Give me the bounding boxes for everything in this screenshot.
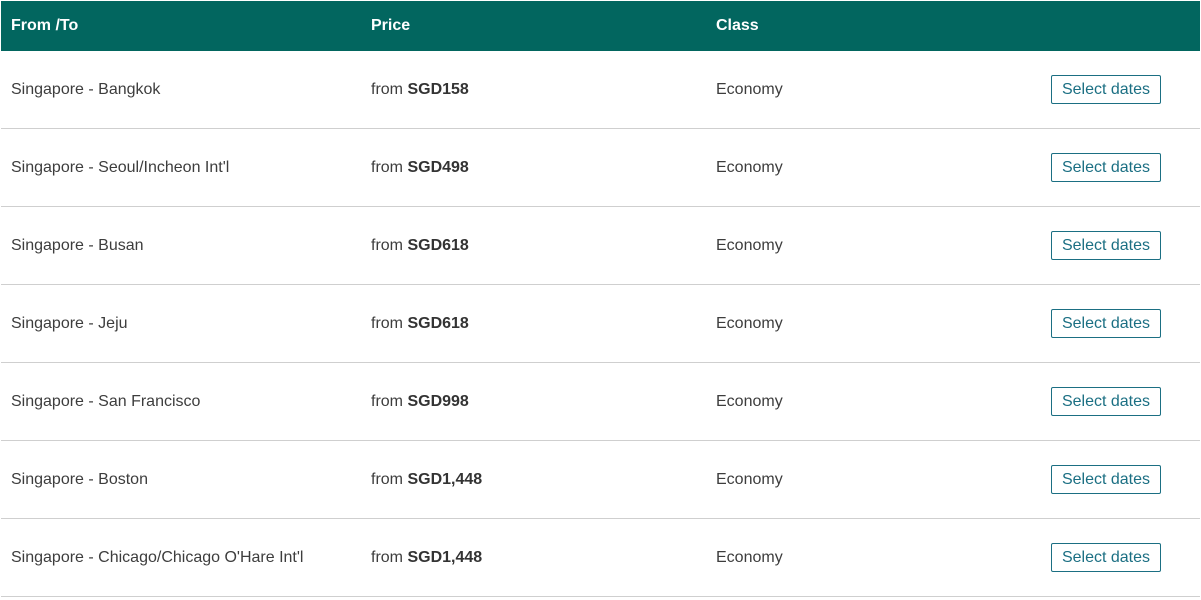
class-text: Economy — [716, 158, 783, 176]
table-row: Singapore - Bangkok from SGD158 Economy … — [1, 51, 1200, 129]
price-cell: from SGD1,448 — [371, 471, 482, 489]
table-row: Singapore - Boston from SGD1,448 Economy… — [1, 441, 1200, 519]
price-prefix: from — [371, 548, 408, 566]
select-dates-button[interactable]: Select dates — [1051, 309, 1161, 338]
route-text: Singapore - Bangkok — [11, 80, 161, 98]
table-header: From /To Price Class — [1, 1, 1200, 51]
class-text: Economy — [716, 470, 783, 488]
select-dates-button[interactable]: Select dates — [1051, 75, 1161, 104]
price-cell: from SGD498 — [371, 159, 469, 177]
select-dates-button[interactable]: Select dates — [1051, 543, 1161, 572]
price-prefix: from — [371, 392, 408, 410]
price-cell: from SGD618 — [371, 315, 469, 333]
select-dates-button[interactable]: Select dates — [1051, 153, 1161, 182]
price-amount: SGD618 — [407, 314, 469, 332]
price-amount: SGD1,448 — [407, 470, 483, 488]
price-amount: SGD618 — [407, 236, 469, 254]
select-dates-button[interactable]: Select dates — [1051, 231, 1161, 260]
route-text: Singapore - Chicago/Chicago O'Hare Int'l — [11, 548, 304, 566]
price-prefix: from — [371, 80, 408, 98]
select-dates-button[interactable]: Select dates — [1051, 387, 1161, 416]
price-cell: from SGD1,448 — [371, 549, 482, 567]
price-prefix: from — [371, 470, 408, 488]
header-class: Class — [716, 17, 759, 34]
price-prefix: from — [371, 314, 408, 332]
header-from-to: From /To — [11, 17, 79, 34]
route-text: Singapore - Seoul/Incheon Int'l — [11, 158, 230, 176]
class-text: Economy — [716, 548, 783, 566]
price-amount: SGD158 — [407, 80, 469, 98]
price-prefix: from — [371, 236, 408, 254]
price-cell: from SGD158 — [371, 81, 469, 99]
fares-table: From /To Price Class Singapore - Bangkok… — [1, 1, 1200, 597]
route-text: Singapore - Boston — [11, 470, 148, 488]
table-row: Singapore - Jeju from SGD618 Economy Sel… — [1, 285, 1200, 363]
route-text: Singapore - Busan — [11, 236, 144, 254]
price-amount: SGD498 — [407, 158, 469, 176]
price-cell: from SGD618 — [371, 237, 469, 255]
price-prefix: from — [371, 158, 408, 176]
price-cell: from SGD998 — [371, 393, 469, 411]
table-row: Singapore - Chicago/Chicago O'Hare Int'l… — [1, 519, 1200, 597]
price-amount: SGD1,448 — [407, 548, 483, 566]
class-text: Economy — [716, 314, 783, 332]
select-dates-button[interactable]: Select dates — [1051, 465, 1161, 494]
table-row: Singapore - Seoul/Incheon Int'l from SGD… — [1, 129, 1200, 207]
class-text: Economy — [716, 392, 783, 410]
class-text: Economy — [716, 80, 783, 98]
price-amount: SGD998 — [407, 392, 469, 410]
table-row: Singapore - San Francisco from SGD998 Ec… — [1, 363, 1200, 441]
route-text: Singapore - Jeju — [11, 314, 128, 332]
header-price: Price — [371, 17, 411, 34]
route-text: Singapore - San Francisco — [11, 392, 201, 410]
class-text: Economy — [716, 236, 783, 254]
table-row: Singapore - Busan from SGD618 Economy Se… — [1, 207, 1200, 285]
